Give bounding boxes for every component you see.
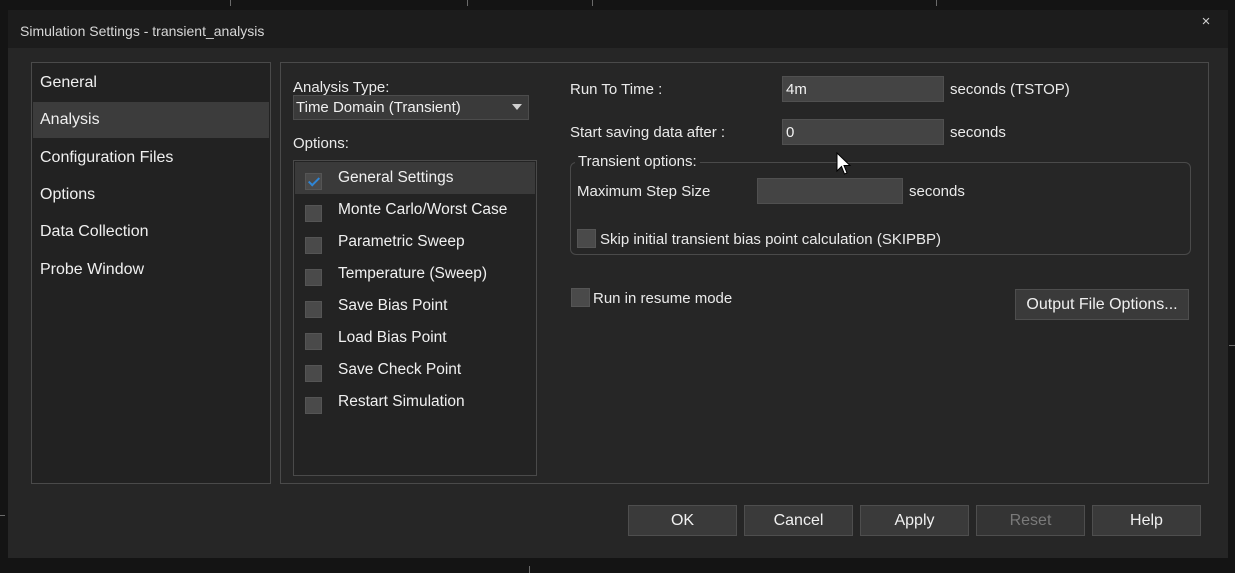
skip-bias-checkbox[interactable]	[577, 229, 596, 248]
nav-item-options[interactable]: Options	[33, 177, 269, 213]
option-checkbox[interactable]	[305, 365, 322, 382]
option-label: Save Check Point	[338, 361, 462, 378]
option-label: Load Bias Point	[338, 329, 447, 346]
analysis-type-label: Analysis Type:	[293, 79, 390, 96]
option-label: General Settings	[338, 169, 454, 186]
start-saving-label: Start saving data after :	[570, 124, 726, 141]
nav-item-label: General	[40, 74, 97, 91]
option-label: Save Bias Point	[338, 297, 448, 314]
settings-nav: General Analysis Configuration Files Opt…	[31, 62, 271, 484]
option-label: Parametric Sweep	[338, 233, 465, 250]
option-monte-carlo[interactable]: Monte Carlo/Worst Case	[295, 194, 535, 226]
ok-button[interactable]: OK	[628, 505, 737, 536]
option-checkbox[interactable]	[305, 397, 322, 414]
edge-tick	[230, 0, 231, 6]
start-saving-input[interactable]	[782, 119, 944, 145]
option-label: Restart Simulation	[338, 393, 465, 410]
option-parametric-sweep[interactable]: Parametric Sweep	[295, 226, 535, 258]
run-to-time-label: Run To Time :	[570, 81, 663, 98]
run-to-time-input[interactable]	[782, 76, 944, 102]
analysis-type-value: Time Domain (Transient)	[296, 99, 461, 116]
options-list: General Settings Monte Carlo/Worst Case …	[293, 160, 537, 476]
nav-item-label: Probe Window	[40, 261, 145, 278]
reset-button[interactable]: Reset	[976, 505, 1085, 536]
max-step-label: Maximum Step Size	[577, 183, 711, 200]
option-load-bias-point[interactable]: Load Bias Point	[295, 322, 535, 354]
nav-item-probe-window[interactable]: Probe Window	[33, 252, 269, 288]
edge-tick	[467, 0, 468, 6]
option-checkbox[interactable]	[305, 205, 322, 222]
max-step-unit: seconds	[909, 183, 965, 200]
option-restart-simulation[interactable]: Restart Simulation	[295, 386, 535, 418]
help-button[interactable]: Help	[1092, 505, 1201, 536]
mouse-cursor-icon	[836, 152, 852, 175]
option-checkbox[interactable]	[305, 237, 322, 254]
option-temperature-sweep[interactable]: Temperature (Sweep)	[295, 258, 535, 290]
edge-tick	[0, 515, 5, 516]
option-checkbox[interactable]	[305, 269, 322, 286]
option-checkbox[interactable]	[305, 301, 322, 318]
skip-bias-label: Skip initial transient bias point calcul…	[600, 231, 942, 248]
run-to-time-unit: seconds (TSTOP)	[950, 81, 1070, 98]
max-step-input[interactable]	[757, 178, 903, 204]
option-checkbox[interactable]	[305, 333, 322, 350]
chevron-down-icon	[512, 104, 522, 110]
edge-tick	[936, 0, 937, 6]
window-title: Simulation Settings - transient_analysis	[20, 23, 265, 39]
nav-item-label: Data Collection	[40, 223, 149, 240]
nav-item-general[interactable]: General	[33, 65, 269, 101]
nav-item-label: Configuration Files	[40, 149, 174, 166]
option-label: Temperature (Sweep)	[338, 265, 488, 282]
nav-item-configuration-files[interactable]: Configuration Files	[33, 140, 269, 176]
start-saving-unit: seconds	[950, 124, 1006, 141]
apply-button[interactable]: Apply	[860, 505, 969, 536]
edge-tick	[592, 0, 593, 6]
option-general-settings[interactable]: General Settings	[295, 162, 535, 194]
option-save-check-point[interactable]: Save Check Point	[295, 354, 535, 386]
option-label: Monte Carlo/Worst Case	[338, 201, 508, 218]
option-checkbox[interactable]	[305, 173, 322, 190]
simulation-settings-dialog: Simulation Settings - transient_analysis…	[0, 0, 1235, 573]
resume-mode-checkbox[interactable]	[571, 288, 590, 307]
option-save-bias-point[interactable]: Save Bias Point	[295, 290, 535, 322]
nav-item-label: Options	[40, 186, 96, 203]
nav-item-data-collection[interactable]: Data Collection	[33, 214, 269, 250]
edge-tick	[529, 566, 530, 573]
cancel-button[interactable]: Cancel	[744, 505, 853, 536]
close-icon[interactable]: ×	[1195, 11, 1217, 33]
transient-options-title: Transient options:	[575, 153, 700, 170]
resume-mode-label: Run in resume mode	[593, 290, 733, 307]
nav-item-label: Analysis	[40, 111, 100, 128]
output-file-options-button[interactable]: Output File Options...	[1015, 289, 1189, 320]
options-label: Options:	[293, 135, 349, 152]
analysis-type-dropdown[interactable]: Time Domain (Transient)	[293, 95, 529, 120]
nav-item-analysis[interactable]: Analysis	[33, 102, 269, 138]
edge-tick	[1229, 345, 1235, 346]
